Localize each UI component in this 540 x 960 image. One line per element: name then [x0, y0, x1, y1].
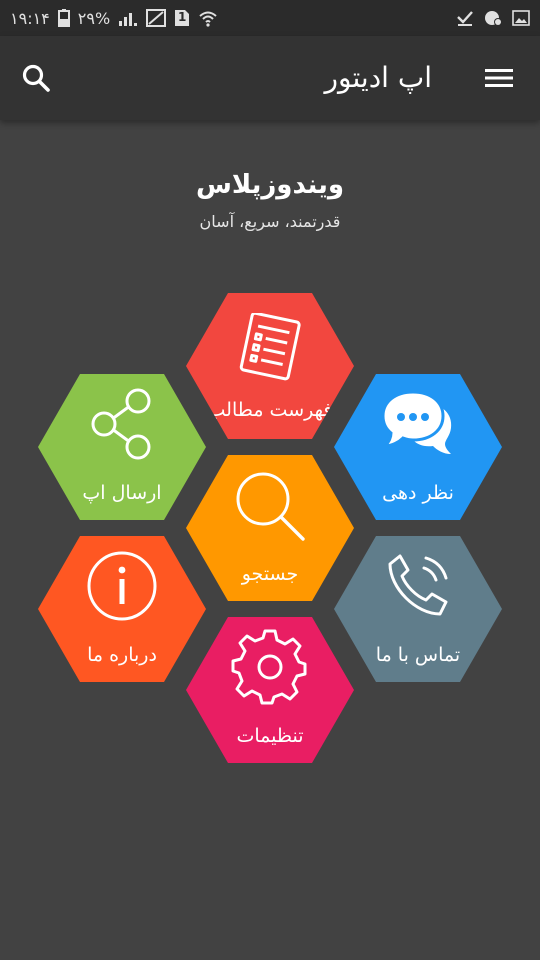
status-bar-left: ۱۹:۱۴ ۲۹% 1 [10, 0, 218, 36]
download-done-icon [456, 9, 474, 27]
contact-label: تماس با ما [375, 644, 461, 666]
list-document-icon [239, 313, 301, 381]
contents-hex-button[interactable]: فهرست مطالب [186, 293, 354, 439]
feedback-label: نظر دهی [382, 482, 454, 504]
share-hex-button[interactable]: ارسال اپ [38, 374, 206, 520]
search-icon [236, 472, 305, 541]
battery-icon [57, 9, 70, 27]
battery-percentage: ۲۹% [77, 8, 111, 28]
feedback-hex-button[interactable]: نظر دهی [334, 374, 502, 520]
gear-icon [231, 629, 307, 705]
status-bar: ۱۹:۱۴ ۲۹% 1 [0, 0, 540, 36]
info-icon [87, 551, 157, 621]
hamburger-icon [485, 69, 513, 87]
about-label: درباره ما [87, 644, 157, 666]
phone-icon [388, 554, 448, 616]
search-icon [22, 64, 50, 92]
no-signal-icon [146, 9, 167, 27]
about-hex-button[interactable]: درباره ما [38, 536, 206, 682]
status-time: ۱۹:۱۴ [10, 8, 50, 28]
search-button[interactable] [20, 62, 52, 94]
wifi-icon [198, 9, 218, 27]
app-header: ویندوزپلاس قدرتمند، سریع، آسان [0, 170, 540, 231]
share-icon [91, 388, 151, 460]
status-bar-right [456, 0, 530, 36]
brand-title: ویندوزپلاس [195, 170, 345, 200]
image-icon [512, 9, 530, 27]
sim-number: 1 [177, 10, 187, 24]
settings-label: تنظیمات [236, 725, 304, 747]
app-title: اپ ادیتور [324, 61, 432, 94]
settings-hex-button[interactable]: تنظیمات [186, 617, 354, 763]
globe-alert-icon [484, 9, 502, 27]
chat-bubble-icon [381, 390, 452, 454]
sim-card-icon: 1 [174, 9, 190, 27]
menu-button[interactable] [484, 64, 514, 92]
signal-icon [118, 9, 138, 27]
contents-label: فهرست مطالب [207, 399, 333, 421]
brand-subtitle: قدرتمند، سریع، آسان [199, 212, 341, 231]
contact-hex-button[interactable]: تماس با ما [334, 536, 502, 682]
search-hex-button[interactable]: جستجو [186, 455, 354, 601]
app-bar: اپ ادیتور [0, 36, 540, 120]
search-label: جستجو [241, 563, 299, 585]
share-label: ارسال اپ [82, 482, 162, 504]
